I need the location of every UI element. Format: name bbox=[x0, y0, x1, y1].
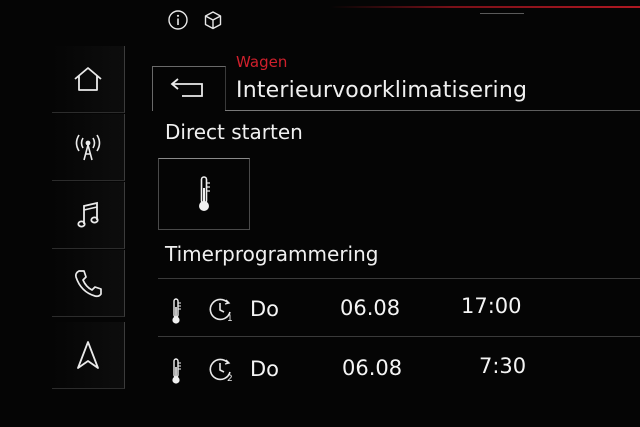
page-title: Interieurvoorklimatisering bbox=[236, 78, 528, 103]
breadcrumb: Wagen bbox=[236, 53, 288, 71]
direct-start-heading: Direct starten bbox=[165, 120, 303, 144]
sidebar-item-navigation[interactable] bbox=[52, 322, 125, 389]
timer-row-2[interactable]: 2 Do 06.08 7:30 bbox=[158, 336, 640, 395]
timer-number: 1 bbox=[227, 314, 233, 323]
status-divider bbox=[480, 13, 524, 14]
thermometer-icon bbox=[199, 176, 210, 211]
home-icon bbox=[74, 67, 102, 91]
sidebar-item-media[interactable] bbox=[52, 182, 125, 249]
info-icon[interactable] bbox=[168, 10, 188, 30]
back-button[interactable] bbox=[152, 66, 226, 111]
timer-number: 2 bbox=[227, 374, 233, 383]
timer-heading: Timerprogrammering bbox=[165, 242, 379, 266]
timer-time: 7:30 bbox=[479, 354, 527, 378]
timer-time: 17:00 bbox=[461, 294, 522, 318]
cube-icon[interactable] bbox=[203, 10, 223, 30]
thermometer-icon bbox=[172, 358, 181, 384]
sidebar-item-radio[interactable] bbox=[52, 114, 125, 181]
header-divider bbox=[225, 110, 640, 111]
radio-antenna-icon bbox=[75, 134, 101, 161]
music-note-icon bbox=[77, 201, 99, 228]
timer-date: 06.08 bbox=[340, 296, 401, 320]
timer-day: Do bbox=[250, 297, 280, 321]
status-accent-line bbox=[330, 6, 640, 8]
timer-clock-icon: 1 bbox=[209, 298, 233, 323]
timer-day: Do bbox=[250, 357, 280, 381]
sidebar bbox=[52, 40, 126, 400]
phone-icon bbox=[74, 270, 102, 298]
sidebar-item-home[interactable] bbox=[52, 46, 125, 113]
thermometer-icon bbox=[172, 298, 181, 324]
timer-row-1[interactable]: 1 Do 06.08 17:00 bbox=[158, 278, 640, 337]
timer-date: 06.08 bbox=[342, 356, 403, 380]
back-arrow-icon bbox=[170, 78, 203, 97]
direct-start-button[interactable] bbox=[158, 158, 250, 230]
timer-clock-icon: 2 bbox=[209, 358, 233, 383]
navigation-arrow-icon bbox=[77, 341, 99, 369]
sidebar-item-phone[interactable] bbox=[52, 250, 125, 317]
